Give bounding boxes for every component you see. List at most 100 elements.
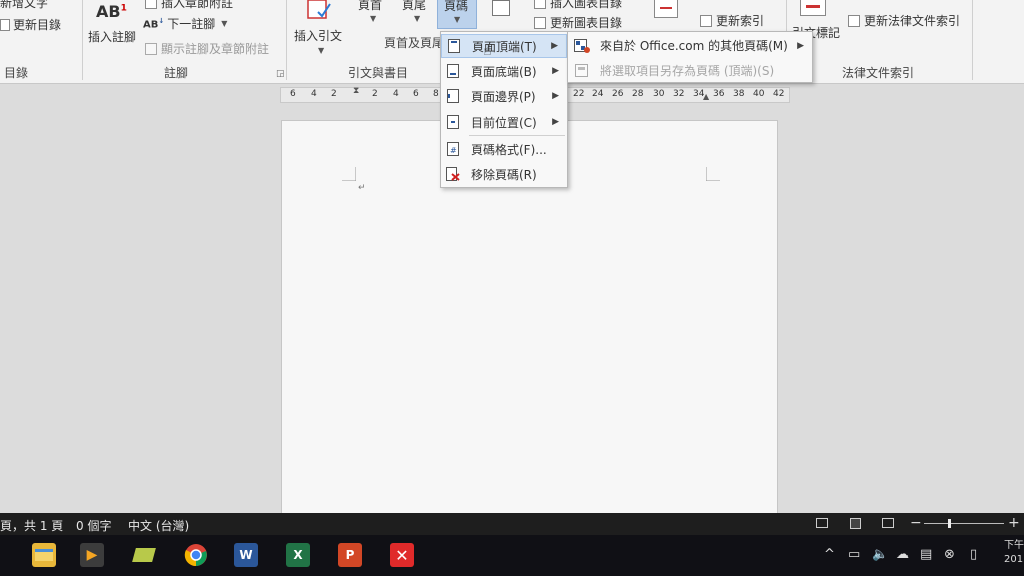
update-table-of-authorities-button[interactable]: 更新法律文件索引 — [848, 12, 960, 29]
word-icon[interactable]: W — [234, 543, 258, 567]
insert-table-of-figures-button[interactable]: 插入圖表目錄 — [534, 0, 622, 11]
insert-endnote-button[interactable]: 插入章節附註 — [145, 0, 233, 11]
menu-item-current-position[interactable]: 目前位置(C) ▶ — [441, 110, 567, 134]
footer-button[interactable]: 頁尾 ▼ — [396, 0, 436, 30]
chevron-down-icon: ▼ — [370, 14, 377, 23]
ruler-tick: 42 — [773, 89, 785, 99]
dialog-launcher-icon[interactable]: ◲ — [276, 69, 285, 79]
notification-icon[interactable]: ▯ — [970, 547, 977, 562]
clock[interactable]: 下午 201 — [1004, 539, 1024, 567]
ruler-tick: 36 — [713, 89, 725, 99]
authorities-group-label: 法律文件索引 — [842, 66, 915, 80]
onedrive-icon[interactable]: ☁ — [896, 547, 909, 562]
office-gallery-icon — [574, 38, 590, 53]
update-table-icon — [534, 16, 546, 29]
ab-footnote-icon: AB1 — [96, 2, 127, 21]
zoom-in-button[interactable]: + — [1008, 515, 1020, 531]
header-footer-group-label: 頁首及頁尾 — [384, 36, 445, 50]
media-player-icon[interactable]: ▶ — [80, 543, 104, 567]
show-hidden-icons-icon[interactable]: ^ — [824, 547, 835, 562]
print-layout-icon[interactable] — [850, 518, 861, 529]
add-text-button[interactable]: 新增文字 — [0, 0, 48, 11]
insert-citation-icon — [307, 0, 331, 19]
ruler-tick: 26 — [612, 89, 624, 99]
insert-footnote-button[interactable]: AB1 插入註腳 — [86, 0, 138, 60]
page-number-button[interactable]: 頁碼 ▼ — [437, 0, 477, 29]
menu-item-format-page-numbers[interactable]: # 頁碼格式(F)... — [441, 137, 567, 161]
submenu-item-save-selection: 將選取項目另存為頁碼 (頂端)(S) — [568, 58, 812, 83]
header-button[interactable]: 頁首 ▼ — [352, 0, 392, 30]
excel-icon[interactable]: X — [286, 543, 310, 567]
separator — [972, 0, 973, 80]
chevron-down-icon: ▼ — [221, 19, 228, 28]
submenu-item-more-from-office[interactable]: 來自於 Office.com 的其他頁碼(M) ▶ — [568, 33, 812, 58]
ruler-tick: 30 — [653, 89, 665, 99]
page-number-format-icon: # — [447, 142, 459, 156]
update-toc-button[interactable]: 更新目錄 — [0, 16, 61, 33]
update-index-button[interactable]: 更新索引 — [700, 12, 764, 29]
submenu-arrow-icon: ▶ — [552, 91, 559, 101]
ruler-tick: 22 — [573, 89, 585, 99]
insert-citation-button[interactable]: 插入引文 ▼ — [290, 0, 348, 60]
show-notes-icon — [145, 42, 157, 55]
menu-item-page-margins[interactable]: 頁面邊界(P) ▶ — [441, 84, 567, 108]
remove-page-number-icon — [446, 167, 460, 181]
separator — [286, 0, 287, 80]
ruler-tick: 4 — [393, 89, 399, 99]
web-layout-icon[interactable] — [882, 518, 894, 528]
endnote-icon — [145, 0, 157, 9]
close-circle-icon[interactable]: ⊗ — [944, 547, 955, 562]
word-count[interactable]: 0 個字 — [76, 517, 111, 534]
save-selection-icon — [575, 63, 588, 77]
update-table-of-figures-button[interactable]: 更新圖表目錄 — [534, 14, 622, 31]
language-indicator[interactable]: 中文 (台灣) — [128, 517, 189, 534]
page-margin-icon — [447, 89, 459, 103]
ruler-tick: 32 — [673, 89, 685, 99]
svg-text:#: # — [450, 146, 457, 155]
chrome-icon[interactable] — [184, 543, 208, 567]
menu-item-bottom-of-page[interactable]: 頁面底端(B) ▶ — [441, 59, 567, 83]
volume-icon[interactable]: 🔈 — [872, 547, 888, 562]
page-number-menu: 頁面頂端(T) ▶ ☝ 頁面底端(B) ▶ 頁面邊界(P) ▶ 目前位置(C) … — [440, 31, 568, 188]
notes-app-icon[interactable] — [132, 543, 156, 567]
powerpoint-icon[interactable]: P — [338, 543, 362, 567]
paragraph-mark-icon: ↵ — [358, 183, 366, 193]
xmind-icon[interactable]: ✕ — [390, 543, 414, 567]
submenu-arrow-icon: ▶ — [797, 40, 804, 51]
submenu-arrow-icon: ▶ — [552, 117, 559, 127]
zoom-slider-thumb[interactable] — [948, 519, 951, 528]
ruler-tick: 2 — [372, 89, 378, 99]
current-position-icon — [447, 115, 459, 129]
next-footnote-button[interactable]: AB↓ 下一註腳 ▼ — [143, 15, 227, 32]
chevron-down-icon: ▼ — [318, 46, 325, 55]
menu-item-remove-page-numbers[interactable]: 移除頁碼(R) — [441, 162, 567, 186]
chevron-down-icon: ▼ — [414, 14, 421, 23]
ruler-tick: 4 — [311, 89, 317, 99]
ruler-tick: 8 — [433, 89, 439, 99]
ruler-tick: 24 — [592, 89, 604, 99]
zoom-out-button[interactable]: − — [910, 515, 922, 531]
ruler-tick: 6 — [413, 89, 419, 99]
update-authorities-icon — [848, 14, 860, 27]
ruler-tick: 28 — [632, 89, 644, 99]
action-center-icon[interactable]: ▤ — [920, 547, 932, 562]
zoom-slider[interactable] — [924, 519, 1004, 528]
page-count[interactable]: 頁，共 1 頁 — [0, 517, 63, 534]
file-explorer-icon[interactable] — [32, 543, 56, 567]
margin-corner-top-left — [342, 167, 356, 181]
toc-group-label: 目錄 — [4, 66, 29, 80]
read-mode-icon[interactable] — [816, 518, 828, 528]
mark-citation-icon — [800, 0, 826, 16]
chevron-down-icon: ▼ — [454, 15, 461, 24]
margin-corner-top-right — [706, 167, 720, 181]
citations-group-label: 引文與書目 — [348, 66, 409, 80]
ruler-tick: 2 — [331, 89, 337, 99]
menu-item-top-of-page[interactable]: 頁面頂端(T) ▶ — [441, 34, 567, 58]
menu-separator — [469, 135, 565, 136]
update-toc-icon — [0, 18, 10, 31]
picture-icon — [492, 0, 510, 16]
submenu-arrow-icon: ▶ — [552, 66, 559, 76]
right-indent-marker-icon[interactable]: ▲ — [703, 92, 709, 101]
network-icon[interactable]: ▭ — [848, 547, 860, 562]
indent-marker-icon[interactable]: ⧗ — [353, 86, 359, 96]
